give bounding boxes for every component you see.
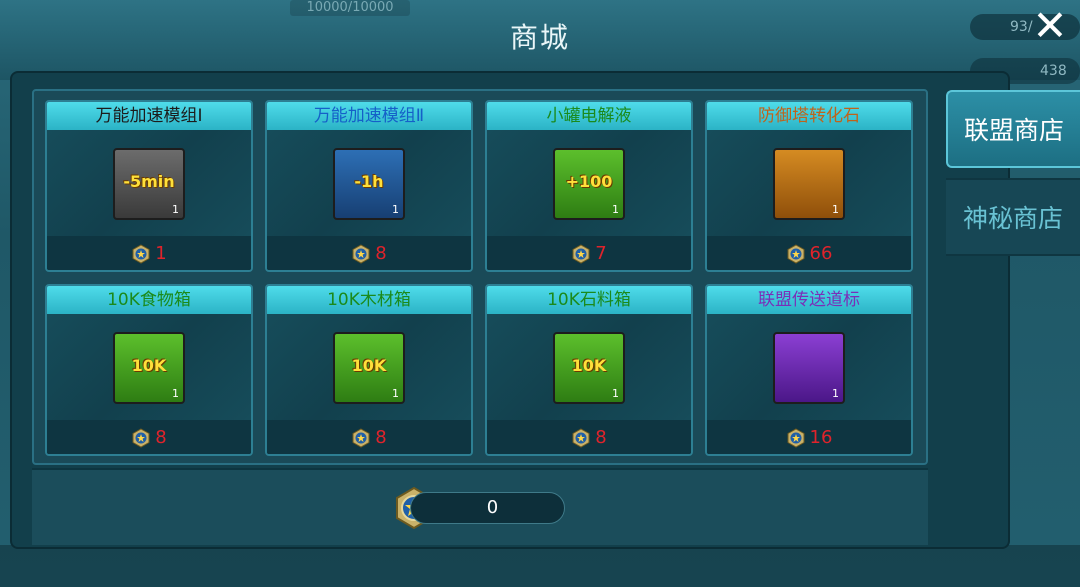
item-name: 10K食物箱	[47, 286, 251, 314]
item-price: 16	[707, 420, 911, 454]
item-price-value: 8	[595, 427, 607, 448]
teleport-beacon-icon: 1	[773, 332, 845, 404]
item-quantity: 1	[832, 203, 839, 216]
shop-item-card[interactable]: 小罐电解液 +100 1 7	[485, 100, 693, 272]
item-price: 8	[47, 420, 251, 454]
shop-item-card[interactable]: 万能加速模组Ⅱ -1h 1 8	[265, 100, 473, 272]
stone-chest-icon: 10K 1	[553, 332, 625, 404]
item-quantity: 1	[612, 203, 619, 216]
item-quantity: 1	[392, 387, 399, 400]
speedup-module-icon: -1h 1	[333, 148, 405, 220]
alliance-coin-icon	[572, 428, 590, 448]
item-body: 10K 1	[47, 314, 251, 420]
item-price: 66	[707, 236, 911, 270]
item-price-value: 8	[155, 427, 167, 448]
shop-item-card[interactable]: 10K石料箱 10K 1 8	[485, 284, 693, 456]
speedup-module-icon: -5min 1	[113, 148, 185, 220]
item-quantity: 1	[832, 387, 839, 400]
item-name: 万能加速模组Ⅱ	[267, 102, 471, 130]
item-price-value: 8	[375, 243, 387, 264]
shop-item-card[interactable]: 10K木材箱 10K 1 8	[265, 284, 473, 456]
item-price: 8	[267, 236, 471, 270]
item-body: 10K 1	[267, 314, 471, 420]
item-quantity: 1	[172, 387, 179, 400]
item-name: 10K石料箱	[487, 286, 691, 314]
item-price-value: 8	[375, 427, 387, 448]
item-name: 10K木材箱	[267, 286, 471, 314]
currency-amount: 0	[410, 492, 565, 524]
background-bottom-bar	[0, 545, 1080, 587]
alliance-coin-icon	[787, 244, 805, 264]
item-name: 小罐电解液	[487, 102, 691, 130]
item-badge: +100	[565, 172, 613, 191]
shop-title: 商城	[509, 21, 570, 54]
conversion-stone-icon: 1	[773, 148, 845, 220]
item-quantity: 1	[612, 387, 619, 400]
alliance-coin-icon	[352, 428, 370, 448]
item-badge: 10K	[131, 356, 167, 375]
item-badge: 10K	[571, 356, 607, 375]
tab-alliance-shop[interactable]: 联盟商店	[946, 90, 1080, 168]
item-body: +100 1	[487, 130, 691, 236]
item-price-value: 7	[595, 243, 607, 264]
alliance-coin-icon	[572, 244, 590, 264]
wood-chest-icon: 10K 1	[333, 332, 405, 404]
item-price-value: 16	[809, 427, 833, 448]
item-price-value: 66	[809, 243, 833, 264]
item-quantity: 1	[172, 203, 179, 216]
item-name: 防御塔转化石	[707, 102, 911, 130]
item-badge: -5min	[123, 172, 175, 191]
item-name: 联盟传送道标	[707, 286, 911, 314]
item-body: 1	[707, 130, 911, 236]
item-body: 10K 1	[487, 314, 691, 420]
item-price: 7	[487, 236, 691, 270]
shop-item-card[interactable]: 防御塔转化石 1 66	[705, 100, 913, 272]
item-price: 1	[47, 236, 251, 270]
item-badge: 10K	[351, 356, 387, 375]
item-body: -1h 1	[267, 130, 471, 236]
alliance-coin-icon	[132, 428, 150, 448]
alliance-coin-icon	[352, 244, 370, 264]
shop-item-card[interactable]: 万能加速模组Ⅰ -5min 1 1	[45, 100, 253, 272]
item-body: -5min 1	[47, 130, 251, 236]
alliance-coin-icon	[787, 428, 805, 448]
alliance-coin-icon	[132, 244, 150, 264]
food-chest-icon: 10K 1	[113, 332, 185, 404]
close-icon[interactable]: ✕	[1030, 5, 1070, 47]
item-price: 8	[487, 420, 691, 454]
shop-item-card[interactable]: 10K食物箱 10K 1 8	[45, 284, 253, 456]
item-price: 8	[267, 420, 471, 454]
item-badge: -1h	[354, 172, 384, 191]
item-price-value: 1	[155, 243, 167, 264]
shop-item-card[interactable]: 联盟传送道标 1 16	[705, 284, 913, 456]
item-quantity: 1	[392, 203, 399, 216]
background-resource-counter: 10000/10000	[290, 0, 410, 16]
item-body: 1	[707, 314, 911, 420]
item-name: 万能加速模组Ⅰ	[47, 102, 251, 130]
electrolyte-can-icon: +100 1	[553, 148, 625, 220]
tab-mystery-shop[interactable]: 神秘商店	[946, 178, 1080, 256]
